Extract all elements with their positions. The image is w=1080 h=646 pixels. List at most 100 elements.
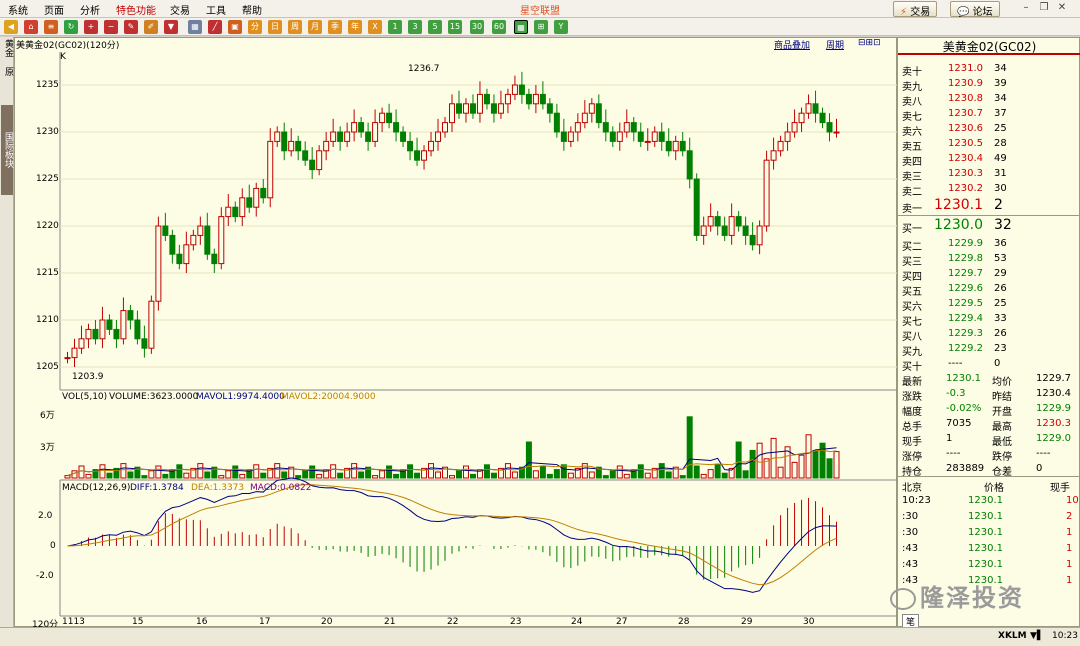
buy-row[interactable]: 买九 1229.2 23: [898, 341, 1080, 358]
sell-row[interactable]: 卖五 1230.5 28: [898, 136, 1080, 153]
candle-body: [553, 112, 560, 133]
buy-row[interactable]: 买七 1229.4 33: [898, 311, 1080, 328]
sell-row[interactable]: 卖二 1230.2 30: [898, 181, 1080, 198]
candle-body: [777, 140, 784, 152]
candle-body: [92, 328, 99, 340]
tick-row[interactable]: :43 1230.1 1: [898, 557, 1080, 572]
stat-row[interactable]: 现手 1 最低 1229.0: [898, 431, 1080, 448]
tick-vol: 10: [1066, 495, 1079, 506]
candle-body: [302, 150, 309, 161]
quote-panel: 美黄金02(GC02) 卖一 1230.1 2 买一 1230.0 32 北京 …: [897, 37, 1080, 629]
stat-row[interactable]: 涨停 ---- 跌停 ----: [898, 446, 1080, 463]
tick-row[interactable]: 10:23 1230.1 10: [898, 493, 1080, 508]
stat-row[interactable]: 涨跌 -0.3 昨结 1230.4: [898, 386, 1080, 403]
volume-bar: [435, 471, 442, 479]
sell-price: 1230.6: [948, 123, 983, 134]
sell1-row[interactable]: 卖一 1230.1 2: [898, 196, 1080, 216]
volume-bar: [756, 442, 763, 479]
stat-value: 1229.0: [1036, 433, 1071, 444]
candle-body: [246, 197, 253, 208]
candle-body: [749, 234, 756, 246]
sell-row[interactable]: 卖七 1230.7 37: [898, 106, 1080, 123]
candle-body: [798, 112, 805, 124]
sell-row[interactable]: 卖三 1230.3 31: [898, 166, 1080, 183]
volume-bar: [127, 471, 134, 479]
tick-row[interactable]: :30 1230.1 2: [898, 509, 1080, 524]
volume-bar: [742, 470, 749, 479]
tick-row[interactable]: :30 1230.1 1: [898, 525, 1080, 540]
buy-row[interactable]: 买五 1229.6 26: [898, 281, 1080, 298]
sell-row[interactable]: 卖十 1231.0 34: [898, 61, 1080, 78]
candle-body: [546, 103, 553, 114]
candle-body: [581, 112, 588, 124]
buy-row[interactable]: 买四 1229.7 29: [898, 266, 1080, 283]
buy-row[interactable]: 买十 ---- 0: [898, 356, 1080, 373]
candle-body: [190, 234, 197, 246]
volume-bar: [819, 442, 826, 479]
volume-bar: [532, 470, 539, 479]
candle-body: [784, 131, 791, 142]
diff-value: DIFF:1.3784: [130, 483, 184, 493]
tick-price: 1230.1: [968, 511, 1003, 522]
candle-body: [700, 225, 707, 236]
candle-body: [85, 328, 92, 340]
candle-body: [539, 93, 546, 105]
buy1-label: 买一: [902, 224, 922, 235]
candle-body: [714, 216, 721, 227]
date-label: 23: [510, 617, 522, 627]
tick-price: 1230.1: [968, 543, 1003, 554]
volume-bar: [525, 441, 532, 479]
buy-price: 1229.7: [948, 268, 983, 279]
volume-bar: [546, 473, 553, 479]
buy-vol: 26: [994, 328, 1007, 339]
sell-row[interactable]: 卖九 1230.9 39: [898, 76, 1080, 93]
candle-body: [637, 131, 644, 142]
candle-body: [609, 131, 616, 142]
candle-body: [134, 319, 141, 340]
tick-price: 1230.1: [968, 559, 1003, 570]
candle-body: [763, 159, 770, 227]
volume-bar: [302, 470, 309, 479]
volume-bar: [372, 475, 379, 479]
candle-body: [358, 122, 365, 133]
volume-bar: [539, 465, 546, 479]
sell-row[interactable]: 卖八 1230.8 34: [898, 91, 1080, 108]
candle-body: [141, 338, 148, 349]
stat-row[interactable]: 持仓 283889 仓差 0: [898, 461, 1080, 478]
candle-body: [106, 319, 113, 330]
volume-bar: [560, 464, 567, 479]
sell-row[interactable]: 卖四 1230.4 49: [898, 151, 1080, 168]
buy-row[interactable]: 买二 1229.9 36: [898, 236, 1080, 253]
candle-body: [742, 225, 749, 236]
tick-row[interactable]: :43 1230.1 1: [898, 541, 1080, 556]
tick-vol: 1: [1066, 575, 1073, 586]
sell-row[interactable]: 卖六 1230.6 25: [898, 121, 1080, 138]
volume-bar: [337, 472, 344, 479]
sell-vol: 34: [994, 63, 1007, 74]
stat-row[interactable]: 幅度 -0.02% 开盘 1229.9: [898, 401, 1080, 418]
candle-body: [679, 140, 686, 152]
buy-row[interactable]: 买八 1229.3 26: [898, 326, 1080, 343]
candle-body: [337, 131, 344, 142]
buy-row[interactable]: 买三 1229.8 53: [898, 251, 1080, 268]
date-label: 24: [571, 617, 583, 627]
quote-title: 美黄金02(GC02): [898, 38, 1080, 55]
stat-row[interactable]: 最新 1230.1 均价 1229.7: [898, 371, 1080, 388]
ticks-col-vol: 现手: [1050, 483, 1070, 494]
volume-bar: [483, 464, 490, 479]
buy-price: 1229.6: [948, 283, 983, 294]
sell-vol: 39: [994, 78, 1007, 89]
volume-bar: [469, 473, 476, 479]
candle-body: [728, 216, 735, 236]
candle-body: [435, 131, 442, 142]
stat-value: 0: [1036, 463, 1043, 474]
candle-body: [511, 84, 518, 95]
diff-line: [67, 477, 837, 593]
volume-bar: [833, 451, 840, 479]
buy-row[interactable]: 买六 1229.5 25: [898, 296, 1080, 313]
volume-bar: [665, 471, 672, 479]
sell-price: 1230.8: [948, 93, 983, 104]
candle-body: [316, 150, 323, 171]
stat-row[interactable]: 总手 7035 最高 1230.3: [898, 416, 1080, 433]
buy1-row[interactable]: 买一 1230.0 32: [898, 216, 1080, 236]
